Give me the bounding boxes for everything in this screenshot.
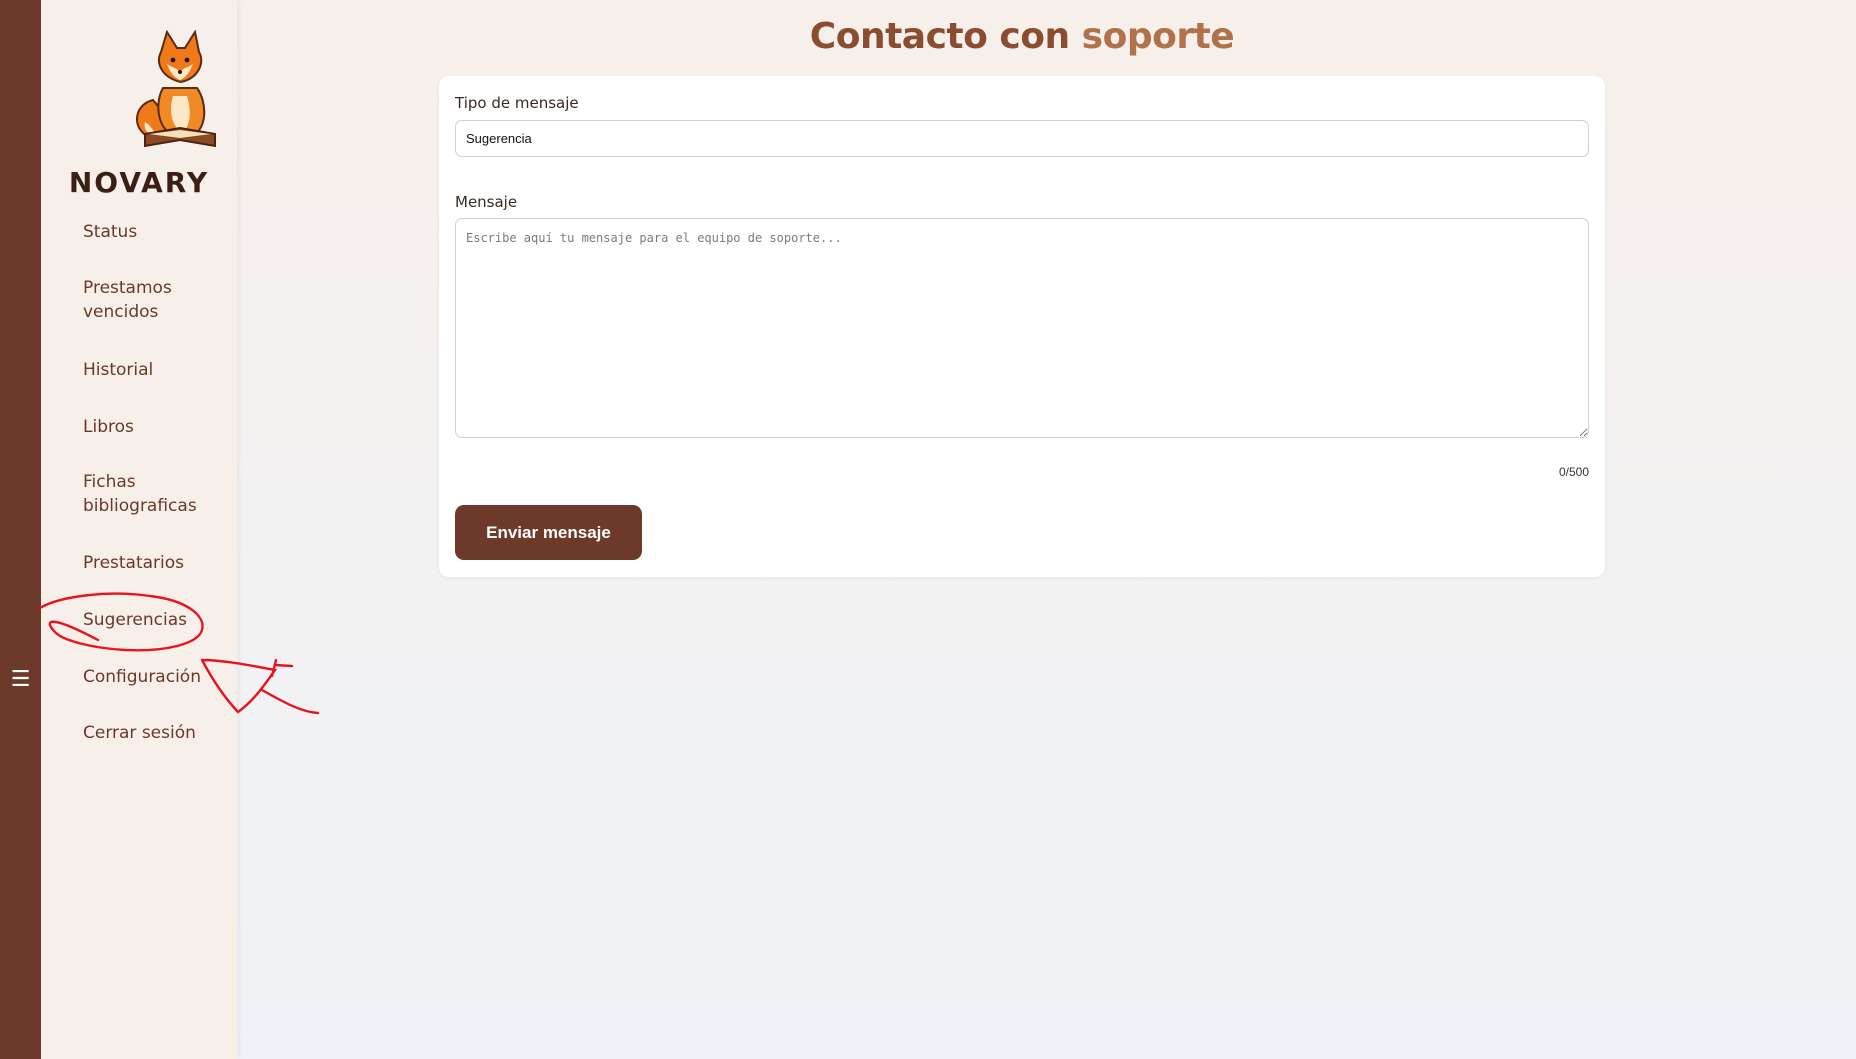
- character-counter: 0/500: [1558, 465, 1589, 479]
- menu-icon[interactable]: ☰: [0, 666, 41, 694]
- brand-name: NOVARY: [68, 166, 210, 199]
- sidebar-item-cerrar-sesion[interactable]: Cerrar sesión: [83, 721, 233, 745]
- sidebar-item-libros[interactable]: Libros: [83, 415, 233, 439]
- sidebar-item-configuracion[interactable]: Configuración: [83, 665, 233, 689]
- sidebar-item-fichas-bibliograficas[interactable]: Fichas bibliograficas: [83, 470, 233, 518]
- support-form-card: Tipo de mensaje Sugerencia Mensaje 0/500…: [439, 76, 1605, 577]
- sidebar-item-prestatarios[interactable]: Prestatarios: [83, 551, 233, 575]
- sidebar-rail: ☰: [0, 0, 41, 1059]
- sidebar-item-historial[interactable]: Historial: [83, 358, 233, 382]
- page-title: Contacto con soporte: [439, 16, 1605, 57]
- sidebar-item-status[interactable]: Status: [83, 220, 233, 244]
- message-textarea[interactable]: [455, 218, 1589, 438]
- page-title-accent: soporte: [1081, 16, 1235, 57]
- fox-logo: [136, 30, 216, 148]
- message-type-label: Tipo de mensaje: [455, 94, 579, 112]
- sidebar-item-sugerencias[interactable]: Sugerencias: [83, 608, 233, 632]
- sidebar: NOVARY Status Prestamos vencidos Histori…: [41, 0, 237, 1059]
- page-title-main: Contacto con: [809, 16, 1070, 57]
- message-type-select[interactable]: Sugerencia: [455, 120, 1589, 157]
- send-message-button[interactable]: Enviar mensaje: [455, 505, 642, 560]
- message-label: Mensaje: [455, 193, 518, 211]
- sidebar-item-prestamos-vencidos[interactable]: Prestamos vencidos: [83, 276, 233, 324]
